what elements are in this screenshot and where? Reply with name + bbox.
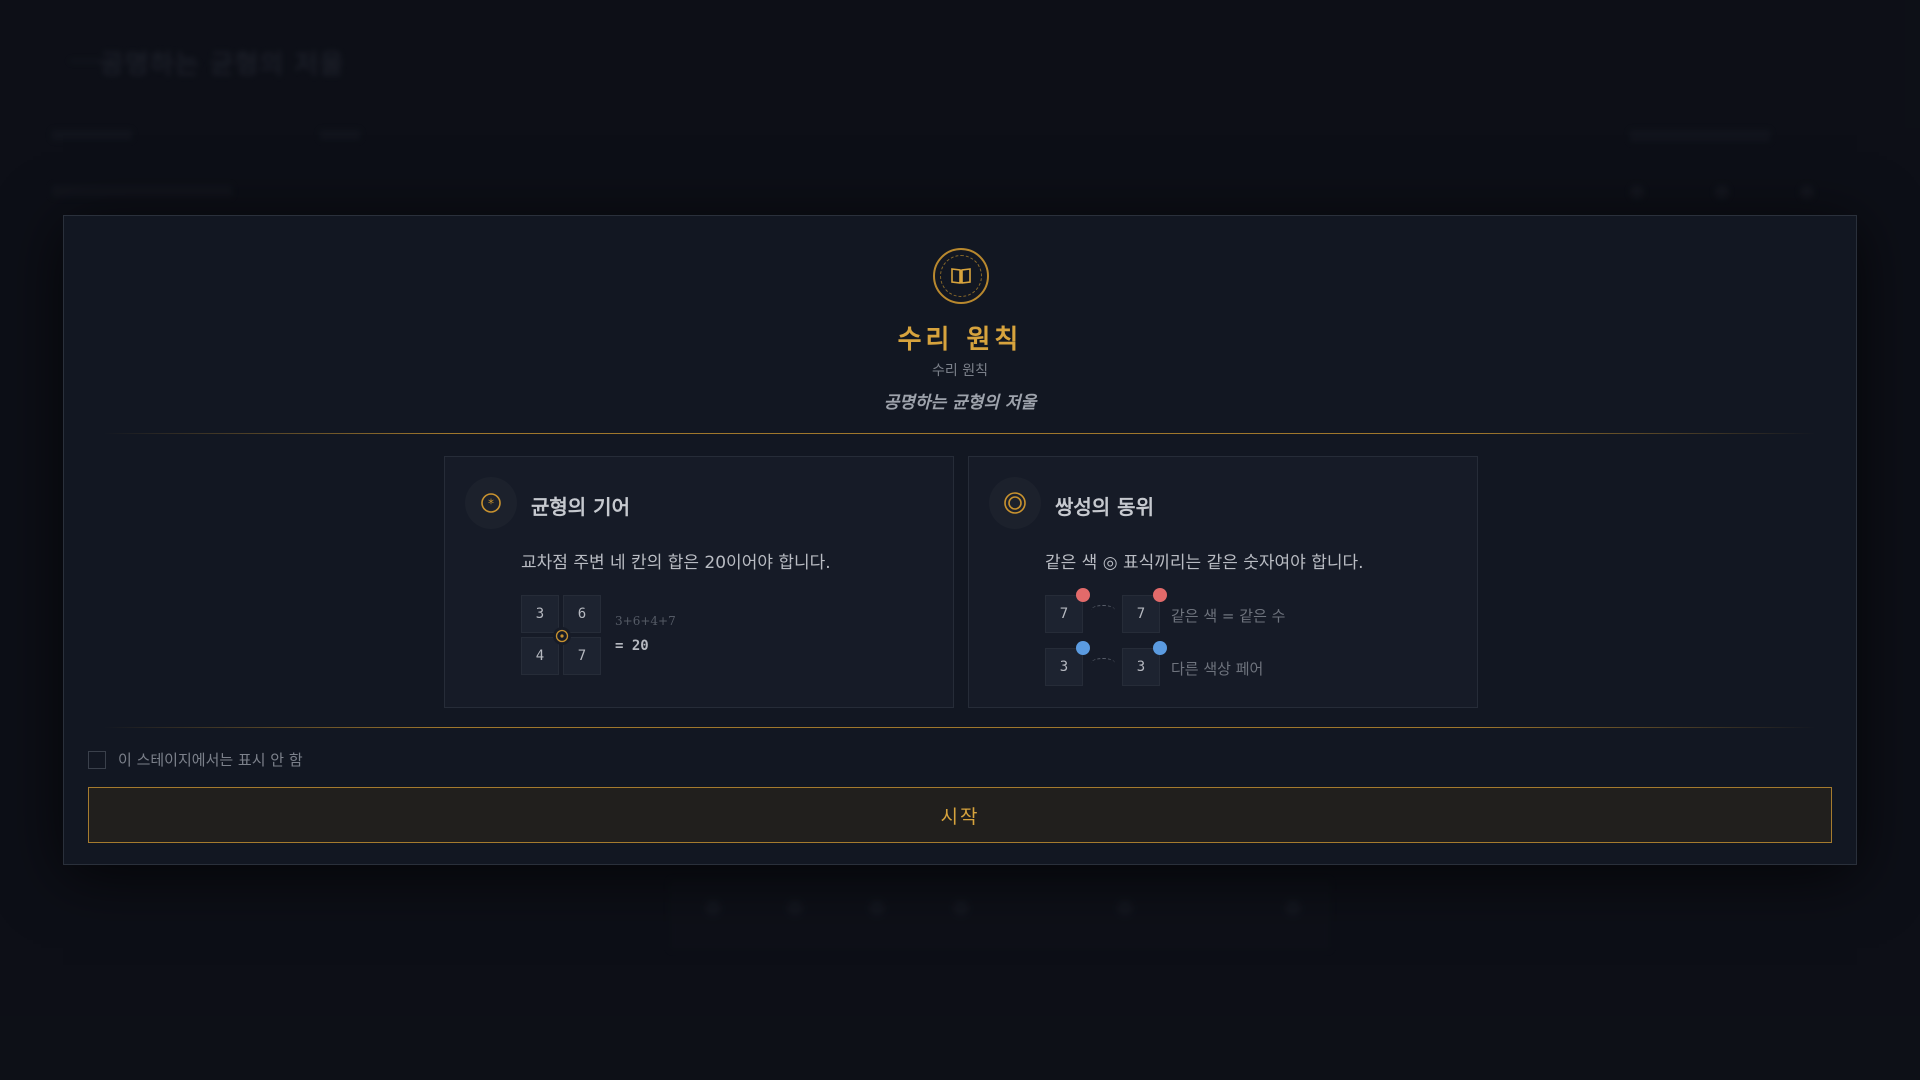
pair-label: 다른 색상 페어 — [1171, 660, 1264, 678]
rule-card-twin-star: 쌍성의 동위 같은 색 ◎ 표식끼리는 같은 숫자여야 합니다. 7 7 같은 … — [968, 456, 1478, 708]
pair-connector — [1091, 658, 1115, 668]
grid-cell: 6 — [563, 595, 601, 633]
rule-title: 균형의 기어 — [531, 495, 630, 519]
modal-subtitle: 수리 원칙 — [932, 363, 988, 379]
red-marker-dot — [1153, 588, 1167, 602]
rule-description: 같은 색 ◎ 표식끼리는 같은 숫자여야 합니다. — [1045, 553, 1364, 573]
blue-marker-dot — [1153, 641, 1167, 655]
modal-title: 수리 원칙 — [897, 325, 1023, 355]
blue-marker-dot — [1076, 641, 1090, 655]
divider — [104, 433, 1816, 434]
sum-example-grid: 3 6 4 7 — [521, 595, 603, 677]
dont-show-again-checkbox[interactable] — [88, 750, 106, 769]
rule-description: 교차점 주변 네 칸의 합은 20이어야 합니다. — [521, 553, 831, 573]
rule-title: 쌍성의 동위 — [1055, 495, 1154, 519]
dont-show-again-label: 이 스테이지에서는 표시 안 함 — [118, 751, 303, 769]
pair-connector — [1091, 605, 1115, 615]
grid-cell: 3 — [521, 595, 559, 633]
rules-modal: 수리 원칙 수리 원칙 공명하는 균형의 저울 * 균형의 기어 교차점 주변 … — [63, 215, 1857, 865]
pair-cell: 3 — [1045, 648, 1083, 686]
book-icon — [933, 248, 989, 304]
grid-cell: 4 — [521, 637, 559, 675]
rule-card-balance-gear: * 균형의 기어 교차점 주변 네 칸의 합은 20이어야 합니다. 3 6 4… — [444, 456, 954, 708]
start-button[interactable]: 시작 — [88, 787, 1832, 843]
divider — [104, 727, 1816, 728]
red-marker-dot — [1076, 588, 1090, 602]
pair-cell: 3 — [1122, 648, 1160, 686]
intersection-marker-icon — [553, 627, 571, 645]
modal-tagline: 공명하는 균형의 저울 — [883, 393, 1037, 413]
pair-cell: 7 — [1045, 595, 1083, 633]
sum-expression: 3+6+4+7 — [615, 614, 676, 628]
dont-show-again-row[interactable]: 이 스테이지에서는 표시 안 함 — [88, 749, 303, 770]
sum-result: = 20 — [615, 638, 649, 654]
pair-example-row: 3 3 다른 색상 페어 — [1045, 641, 1465, 686]
star-medallion-icon: * — [465, 477, 517, 529]
svg-text:*: * — [488, 497, 494, 511]
pair-label: 같은 색 = 같은 수 — [1171, 607, 1286, 625]
pair-cell: 7 — [1122, 595, 1160, 633]
double-ring-icon — [989, 477, 1041, 529]
pair-example-row: 7 7 같은 색 = 같은 수 — [1045, 588, 1465, 633]
